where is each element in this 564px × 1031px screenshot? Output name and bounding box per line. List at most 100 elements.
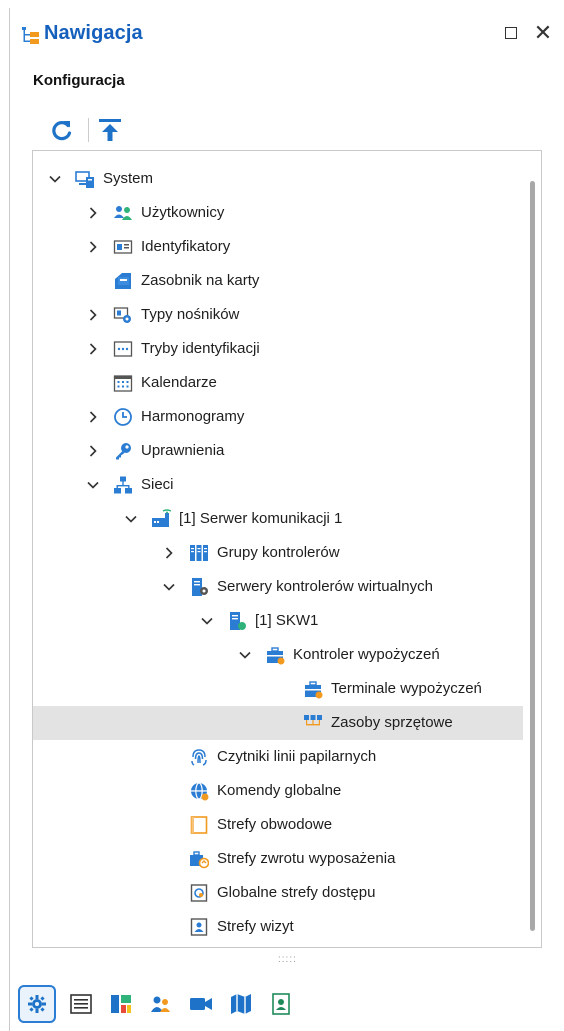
skw-server-icon — [230, 612, 246, 630]
globe-command-icon — [191, 782, 209, 801]
rental-controller-icon — [267, 647, 285, 665]
navigation-tree[interactable]: System Użytkownicy Identyfikatory Zasobnik … — [32, 150, 542, 948]
collapse-to-top-icon[interactable] — [96, 116, 124, 144]
chevron-right-icon[interactable] — [85, 307, 101, 323]
rental-terminal-icon — [305, 681, 323, 699]
tree-node[interactable]: Czytniki linii papilarnych — [33, 740, 523, 774]
refresh-icon[interactable] — [48, 116, 76, 144]
tree-node[interactable]: Użytkownicy — [33, 196, 523, 230]
maximize-icon — [505, 27, 517, 39]
return-zone-icon — [190, 851, 209, 869]
calendar-icon — [113, 375, 133, 392]
tree-node[interactable]: Kalendarze — [33, 366, 523, 400]
bottom-tab-people[interactable] — [146, 989, 176, 1019]
tree-node-label: Serwery kontrolerów wirtualnych — [217, 578, 433, 595]
chevron-right-icon[interactable] — [85, 409, 101, 425]
clock-icon — [114, 408, 132, 426]
tree-node-label: Strefy zwrotu wyposażenia — [217, 850, 396, 867]
chevron-right-icon[interactable] — [85, 341, 101, 357]
tree-node[interactable]: Strefy obwodowe — [33, 808, 523, 842]
system-icon — [75, 171, 94, 188]
tree-node[interactable]: System — [33, 162, 523, 196]
chevron-down-icon[interactable] — [161, 579, 177, 595]
comm-server-icon — [152, 509, 171, 527]
section-title: Konfiguracja — [33, 72, 125, 89]
tree-node-label: Użytkownicy — [141, 204, 225, 221]
bottom-tab-badge[interactable] — [266, 989, 296, 1019]
maximize-button[interactable] — [500, 22, 522, 44]
perimeter-zone-icon — [190, 816, 208, 834]
bottom-tab-bar — [18, 983, 358, 1025]
navigation-tree-icon — [22, 27, 39, 44]
chevron-down-icon[interactable] — [123, 511, 139, 527]
fingerprint-icon — [191, 749, 207, 766]
tree-node-label: Strefy wizyt — [217, 918, 294, 935]
virtual-servers-icon — [192, 578, 208, 596]
chevron-right-icon[interactable] — [161, 545, 177, 561]
tree-node[interactable]: [1] Serwer komunikacji 1 — [33, 502, 523, 536]
chevron-right-icon[interactable] — [85, 205, 101, 221]
tree-node[interactable]: Harmonogramy — [33, 400, 523, 434]
tree-node-label: Terminale wypożyczeń — [331, 680, 482, 697]
people-icon — [151, 996, 170, 1012]
list-icon — [70, 994, 92, 1014]
chevron-down-icon[interactable] — [47, 171, 63, 187]
tree-node[interactable]: Zasobnik na karty — [33, 264, 523, 298]
tree-node[interactable]: Terminale wypożyczeń — [33, 672, 523, 706]
chevron-right-icon[interactable] — [85, 443, 101, 459]
tree-node-label: [1] SKW1 — [255, 612, 319, 629]
tree-node[interactable]: Sieci — [33, 468, 523, 502]
bottom-tab-dashboard[interactable] — [106, 989, 136, 1019]
tree-node-label: Uprawnienia — [141, 442, 225, 459]
chevron-down-icon[interactable] — [85, 477, 101, 493]
network-icon — [114, 476, 132, 494]
close-icon: ✕ — [533, 20, 553, 45]
tree-node-label: Harmonogramy — [141, 408, 245, 425]
panel-title: Nawigacja — [44, 22, 143, 44]
tree-node-label: Czytniki linii papilarnych — [217, 748, 377, 765]
navigation-panel: Nawigacja ✕ Konfiguracja System Użytkowni… — [9, 8, 564, 1031]
tree-node[interactable]: [1] SKW1 — [33, 604, 523, 638]
chevron-down-icon[interactable] — [199, 613, 215, 629]
badge-icon — [272, 993, 290, 1015]
tree-node[interactable]: Komendy globalne — [33, 774, 523, 808]
tree-node-label: Typy nośników — [141, 306, 240, 323]
tree-node[interactable]: Typy nośników — [33, 298, 523, 332]
id-mode-icon — [113, 341, 133, 357]
key-icon — [116, 443, 131, 460]
tree-node-label: Grupy kontrolerów — [217, 544, 340, 561]
tree-node[interactable]: Kontroler wypożyczeń — [33, 638, 523, 672]
tree-node-label: System — [103, 170, 154, 187]
chevron-right-icon[interactable] — [85, 239, 101, 255]
close-button[interactable]: ✕ — [532, 22, 554, 44]
tree-node-label: Sieci — [141, 476, 174, 493]
chevron-down-icon[interactable] — [237, 647, 253, 663]
tree-scrollbar[interactable] — [530, 181, 535, 931]
tree-node[interactable]: Globalne strefy dostępu — [33, 876, 523, 910]
tree-node[interactable]: Zasoby sprzętowe — [33, 706, 523, 740]
tree-node[interactable]: Tryby identyfikacji — [33, 332, 523, 366]
tree-node[interactable]: Serwery kontrolerów wirtualnych — [33, 570, 523, 604]
panel-titlebar: Nawigacja ✕ — [10, 8, 564, 58]
tree-node-label: Strefy obwodowe — [217, 816, 333, 833]
bottom-tab-gear[interactable] — [18, 985, 56, 1023]
map-icon — [231, 994, 251, 1014]
tree-node[interactable]: Strefy zwrotu wyposażenia — [33, 842, 523, 876]
tree-node-label: Zasobnik na karty — [141, 272, 260, 289]
dashboard-icon — [111, 995, 131, 1013]
tree-node-label: Komendy globalne — [217, 782, 342, 799]
tree-node[interactable]: Uprawnienia — [33, 434, 523, 468]
gear-icon — [28, 995, 46, 1013]
bottom-tab-list[interactable] — [66, 989, 96, 1019]
tree-node[interactable]: Grupy kontrolerów — [33, 536, 523, 570]
bottom-tab-map[interactable] — [226, 989, 256, 1019]
resize-grip[interactable]: ::::: — [278, 954, 297, 965]
bottom-tab-camera[interactable] — [186, 989, 216, 1019]
tree-node-label: Globalne strefy dostępu — [217, 884, 376, 901]
tree-node-label: Kalendarze — [141, 374, 217, 391]
carrier-types-icon — [113, 307, 131, 323]
tree-node[interactable]: Identyfikatory — [33, 230, 523, 264]
id-card-icon — [113, 240, 133, 254]
tree-node-label: Zasoby sprzętowe — [331, 714, 453, 731]
tree-node[interactable]: Strefy wizyt — [33, 910, 523, 944]
